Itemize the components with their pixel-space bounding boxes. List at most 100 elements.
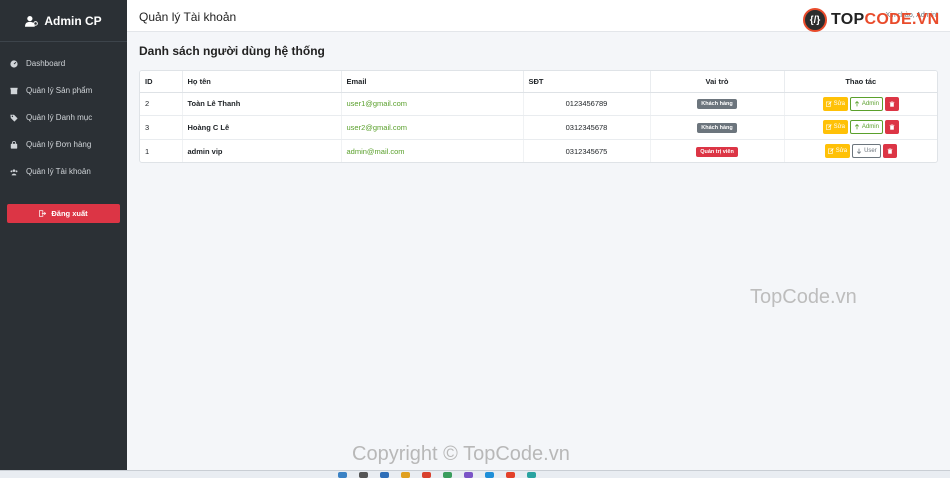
promote-label: Admin <box>861 124 879 131</box>
cell-role: Khách hàng <box>650 115 785 140</box>
trash-icon <box>889 124 895 130</box>
taskbar-app-icon[interactable] <box>464 472 473 478</box>
arrow-up-icon <box>854 124 859 130</box>
page-title: Quản lý Tài khoản <box>139 10 237 24</box>
edit-icon <box>827 148 834 154</box>
section-title: Danh sách người dùng hệ thống <box>139 44 325 58</box>
cell-actions: Sửa User <box>784 139 937 162</box>
promote-admin-button[interactable]: Admin <box>849 96 883 111</box>
cell-id: 3 <box>140 115 183 140</box>
taskbar-app-icon[interactable] <box>422 472 431 478</box>
sidebar-item-label: Quản lý Đơn hàng <box>26 140 92 149</box>
col-header-name: Họ tên <box>182 71 342 93</box>
trash-icon <box>887 148 893 154</box>
delete-button[interactable] <box>884 120 899 135</box>
taskbar-app-icon[interactable] <box>485 472 494 478</box>
brand: Admin CP <box>0 0 127 42</box>
role-badge: Khách hàng <box>697 122 737 133</box>
taskbar-app-icon[interactable] <box>338 472 347 478</box>
table-header-row: ID Họ tên Email SĐT Vai trò Thao tác <box>140 71 937 93</box>
arrow-up-icon <box>854 100 859 107</box>
delete-button[interactable] <box>884 96 899 111</box>
col-header-email: Email <box>341 71 524 93</box>
edit-label: Sửa <box>833 124 845 131</box>
promote-admin-button[interactable]: Admin <box>849 120 883 135</box>
col-header-role: Vai trò <box>650 71 785 93</box>
cell-phone: 0123456789 <box>523 92 651 116</box>
trash-icon <box>889 101 895 107</box>
sidebar-item-label: Dashboard <box>26 59 66 68</box>
cell-actions: Sửa Admin <box>784 115 937 140</box>
taskbar-app-icon[interactable] <box>359 472 368 478</box>
sidebar-item-dashboard[interactable]: Dashboard <box>0 50 127 77</box>
sidebar-item-label: Quản lý Tài khoản <box>26 167 91 176</box>
cell-id: 2 <box>140 92 183 116</box>
logo-word: TOPCODE.VN <box>831 11 940 29</box>
edit-icon <box>825 101 832 107</box>
sidebar-nav: Dashboard Quản lý Sản phẩm Quản lý Danh … <box>0 50 127 185</box>
cell-name: Toàn Lê Thanh <box>182 92 342 116</box>
table-row: 2 Toàn Lê Thanh user1@gmail.com 01234567… <box>140 92 937 116</box>
table-row: 3 Hoàng C Lê user2@gmail.com 0312345678 … <box>140 115 937 140</box>
logout-button[interactable]: Đăng xuất <box>7 204 120 223</box>
cell-name: Hoàng C Lê <box>182 115 342 140</box>
bag-icon <box>10 140 18 149</box>
user-gear-icon <box>25 15 39 27</box>
delete-button[interactable] <box>882 144 897 158</box>
taskbar-icons <box>338 472 536 478</box>
sidebar: Admin CP Dashboard Quản lý Sản phẩm Quản… <box>0 0 127 470</box>
taskbar-app-icon[interactable] <box>401 472 410 478</box>
taskbar-app-icon[interactable] <box>443 472 452 478</box>
sidebar-item-categories[interactable]: Quản lý Danh mục <box>0 104 127 131</box>
cell-actions: Sửa Admin <box>784 92 937 116</box>
table-row: 1 admin vip admin@mail.com 0312345675 Qu… <box>140 139 937 162</box>
sidebar-item-accounts[interactable]: Quản lý Tài khoản <box>0 158 127 185</box>
dashboard-icon <box>10 59 18 68</box>
demote-user-button[interactable]: User <box>852 144 881 158</box>
cell-role: Khách hàng <box>650 92 785 116</box>
promote-label: Admin <box>861 100 879 107</box>
sidebar-item-label: Quản lý Sản phẩm <box>26 86 93 95</box>
logo-word-code: CODE.VN <box>864 11 940 28</box>
edit-button[interactable]: Sửa <box>822 96 848 111</box>
cell-role: Quản trị viên <box>650 139 785 162</box>
edit-button[interactable]: Sửa <box>824 144 851 158</box>
watermark-middle: TopCode.vn <box>750 286 857 308</box>
cell-email[interactable]: user1@gmail.com <box>341 92 524 116</box>
cell-email[interactable]: user2@gmail.com <box>341 115 524 140</box>
box-icon <box>10 87 18 94</box>
sidebar-item-products[interactable]: Quản lý Sản phẩm <box>0 77 127 104</box>
tag-icon <box>10 114 18 122</box>
logout-label: Đăng xuất <box>51 209 88 218</box>
col-header-id: ID <box>140 71 183 93</box>
demote-label: User <box>864 148 877 154</box>
cell-phone: 0312345675 <box>523 139 651 162</box>
taskbar-app-icon[interactable] <box>506 472 515 478</box>
col-header-phone: SĐT <box>523 71 651 93</box>
taskbar-app-icon[interactable] <box>380 472 389 478</box>
brand-title: Admin CP <box>44 13 102 28</box>
cell-email[interactable]: admin@mail.com <box>341 139 524 162</box>
watermark-bottom: Copyright © TopCode.vn <box>352 443 570 465</box>
users-icon <box>10 168 18 175</box>
cell-name: admin vip <box>182 139 342 162</box>
arrow-down-icon <box>857 148 862 154</box>
edit-label: Sửa <box>835 148 848 154</box>
sidebar-item-orders[interactable]: Quản lý Đơn hàng <box>0 131 127 158</box>
os-taskbar <box>0 470 950 478</box>
topcode-logo: {/} TOPCODE.VN <box>803 7 950 33</box>
taskbar-app-icon[interactable] <box>527 472 536 478</box>
cell-phone: 0312345678 <box>523 115 651 140</box>
sign-out-icon <box>39 210 47 217</box>
top-header: Quản lý Tài khoản Xin chào, Admin! {/} T… <box>127 0 950 32</box>
edit-label: Sửa <box>833 100 845 107</box>
cell-id: 1 <box>140 139 183 162</box>
logo-word-top: TOP <box>831 11 865 28</box>
users-table: ID Họ tên Email SĐT Vai trò Thao tác 2 T… <box>140 71 937 162</box>
users-table-card: ID Họ tên Email SĐT Vai trò Thao tác 2 T… <box>139 70 938 163</box>
role-badge: Quản trị viên <box>696 146 738 157</box>
sidebar-item-label: Quản lý Danh mục <box>26 113 93 122</box>
edit-icon <box>825 124 832 130</box>
edit-button[interactable]: Sửa <box>822 120 848 135</box>
role-badge: Khách hàng <box>697 99 737 110</box>
